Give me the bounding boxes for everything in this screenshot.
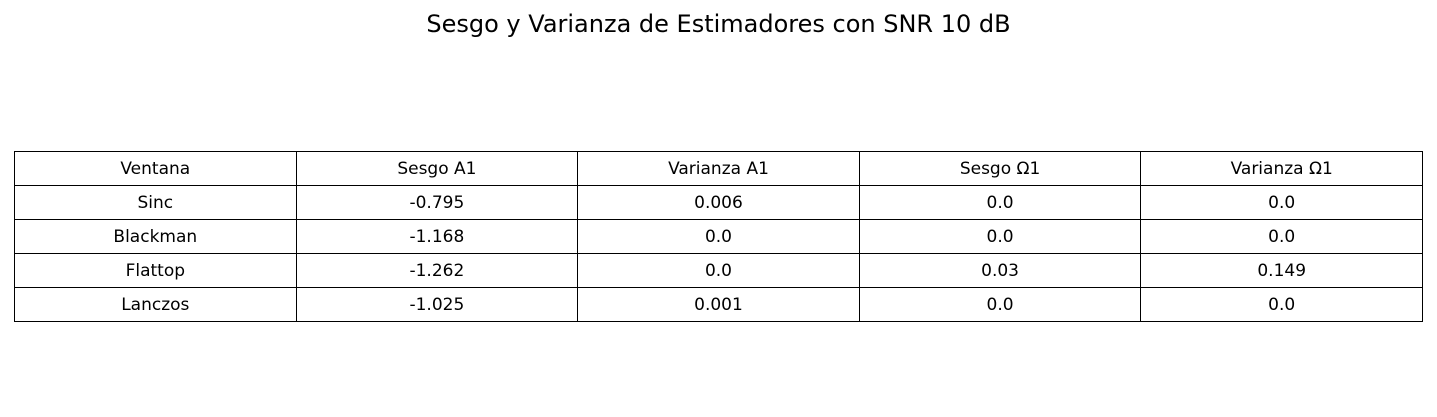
- column-header: Varianza Ω1: [1140, 151, 1423, 186]
- table-cell: 0.0: [577, 253, 860, 288]
- table-cell: Blackman: [14, 219, 297, 254]
- table-cell: 0.0: [858, 287, 1142, 322]
- table-cell: -1.262: [295, 253, 579, 288]
- table-cell: 0.0: [577, 219, 860, 254]
- table-cell: Flattop: [14, 253, 297, 288]
- table-row: Flattop -1.262 0.0 0.03 0.149: [14, 253, 1423, 288]
- table-cell: 0.0: [858, 219, 1142, 254]
- table-row: Blackman -1.168 0.0 0.0 0.0: [14, 219, 1423, 254]
- table-row: Lanczos -1.025 0.001 0.0 0.0: [14, 287, 1423, 322]
- column-header: Sesgo A1: [295, 151, 579, 186]
- table-cell: Sinc: [14, 185, 297, 220]
- table-cell: -0.795: [295, 185, 579, 220]
- results-table: Ventana Sesgo A1 Varianza A1 Sesgo Ω1 Varian…: [14, 151, 1423, 322]
- table-cell: 0.149: [1140, 253, 1423, 288]
- table-cell: 0.0: [1140, 185, 1423, 220]
- column-header: Sesgo Ω1: [858, 151, 1142, 186]
- table-cell: 0.0: [1140, 287, 1423, 322]
- table-cell: 0.0: [1140, 219, 1423, 254]
- table-cell: 0.001: [577, 287, 860, 322]
- column-header: Ventana: [14, 151, 297, 186]
- table-cell: 0.006: [577, 185, 860, 220]
- table-cell: -1.025: [295, 287, 579, 322]
- table-cell: 0.03: [858, 253, 1142, 288]
- table-row: Sinc -0.795 0.006 0.0 0.0: [14, 185, 1423, 220]
- chart-title: Sesgo y Varianza de Estimadores con SNR …: [426, 10, 1011, 38]
- table-cell: -1.168: [295, 219, 579, 254]
- column-header: Varianza A1: [577, 151, 860, 186]
- table-cell: Lanczos: [14, 287, 297, 322]
- table-header-row: Ventana Sesgo A1 Varianza A1 Sesgo Ω1 Varian…: [14, 151, 1423, 186]
- table-cell: 0.0: [858, 185, 1142, 220]
